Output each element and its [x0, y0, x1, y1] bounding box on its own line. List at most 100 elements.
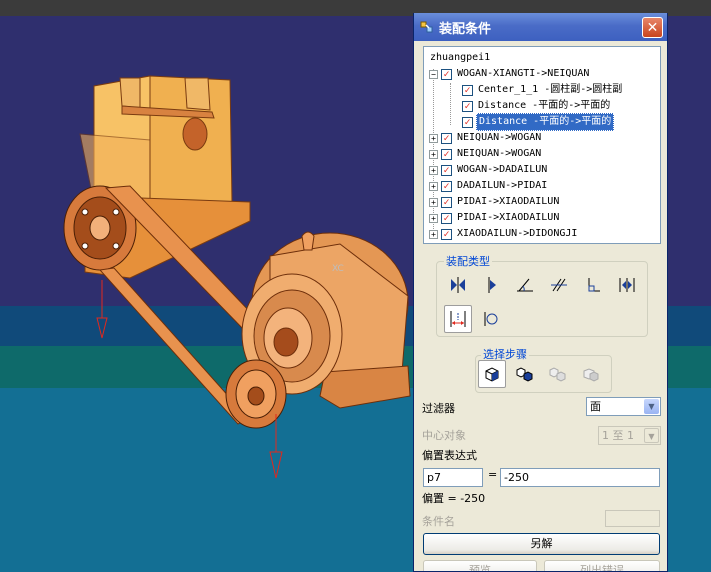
parallel-button[interactable] — [545, 271, 573, 299]
checkbox-icon[interactable]: ✓ — [462, 100, 473, 112]
tree-root[interactable]: zhuangpei1 — [428, 50, 492, 66]
equals-sign: = — [488, 468, 498, 481]
expand-icon[interactable]: + — [429, 229, 438, 239]
center-icon — [488, 277, 496, 293]
tree-item-selected[interactable]: ✓ Distance -平面的->平面的 — [462, 113, 615, 131]
checkbox-icon[interactable]: ✓ — [441, 196, 452, 208]
tree-item-label: DADAILUN->PIDAI — [457, 180, 548, 191]
step3-icon — [549, 367, 566, 382]
dialog-title: 装配条件 — [439, 21, 492, 37]
checkbox-icon[interactable]: ✓ — [441, 148, 452, 160]
chevron-down-icon: ▼ — [644, 399, 659, 414]
chevron-down-icon: ▼ — [644, 428, 659, 443]
step4-button[interactable] — [577, 360, 605, 388]
tree-item[interactable]: + ✓ PIDAI->XIAODAILUN — [429, 210, 561, 226]
assembly-type-title: 装配类型 — [444, 253, 492, 269]
collapse-icon[interactable]: − — [429, 69, 438, 79]
expand-icon[interactable]: + — [429, 197, 438, 207]
preview-button-label: 预览 — [469, 564, 491, 572]
step2-button[interactable] — [511, 360, 539, 388]
tree-item-label: Distance -平面的->平面的 — [478, 100, 611, 111]
filter-label: 过滤器 — [422, 402, 455, 415]
tree-item-label: Center_1_1 -圆柱副->圆柱副 — [478, 84, 623, 95]
condition-name-label: 条件名 — [422, 515, 455, 528]
center-object-value: 1 至 1 — [602, 429, 634, 442]
tree-item-label: Distance -平面的->平面的 — [476, 113, 615, 131]
checkbox-icon[interactable]: ✓ — [441, 68, 452, 80]
checkbox-icon[interactable]: ✓ — [441, 164, 452, 176]
svg-text:XC: XC — [332, 264, 344, 274]
tree-guide-line — [450, 83, 451, 125]
center-object-label: 中心对象 — [422, 429, 466, 442]
condition-name-field[interactable] — [605, 510, 660, 527]
tree-item-label: WOGAN->DADAILUN — [457, 164, 548, 175]
tree-item[interactable]: + ✓ WOGAN->DADAILUN — [429, 162, 549, 178]
offset-value-field[interactable]: -250 — [500, 468, 660, 487]
close-icon: ✕ — [646, 19, 659, 36]
assembly-app-icon — [420, 21, 433, 33]
tree-item[interactable]: + ✓ XIAODAILUN->DIDONGJI — [429, 226, 579, 242]
list-errors-button-label: 列出错误 — [580, 564, 624, 572]
step2-icon — [516, 367, 533, 382]
list-errors-button[interactable]: 列出错误 — [544, 560, 660, 572]
expand-icon[interactable]: + — [429, 149, 438, 159]
offset-name-value: p7 — [427, 471, 441, 484]
tree-item[interactable]: ✓ Center_1_1 -圆柱副->圆柱副 — [462, 82, 624, 98]
checkbox-icon[interactable]: ✓ — [441, 212, 452, 224]
align-button[interactable] — [613, 271, 641, 299]
solve-button[interactable]: 另解 — [423, 533, 660, 555]
close-button[interactable]: ✕ — [642, 17, 663, 38]
filter-value: 面 — [590, 400, 601, 413]
angle-icon — [517, 278, 533, 292]
step3-button[interactable] — [544, 360, 572, 388]
checkbox-icon[interactable]: ✓ — [462, 116, 473, 128]
expand-icon[interactable]: + — [429, 213, 438, 223]
step1-button[interactable] — [478, 360, 506, 388]
step4-icon — [583, 368, 599, 382]
assembly-conditions-dialog: 装配条件 ✕ zhuangpei1 − ✓ WOGAN-XIANGTI->NEI… — [413, 13, 668, 572]
tree-item[interactable]: + ✓ NEIQUAN->WOGAN — [429, 130, 543, 146]
offset-value: -250 — [504, 471, 529, 484]
offset-expression-label: 偏置表达式 — [422, 449, 477, 462]
checkbox-icon[interactable]: ✓ — [441, 132, 452, 144]
align-icon — [619, 278, 635, 292]
distance-button[interactable] — [444, 305, 472, 333]
tree-item[interactable]: + ✓ NEIQUAN->WOGAN — [429, 146, 543, 162]
center-button[interactable] — [477, 271, 505, 299]
angle-button[interactable] — [511, 271, 539, 299]
perpendicular-icon — [588, 278, 600, 292]
tree-root-label: zhuangpei1 — [430, 52, 491, 63]
distance-icon — [450, 311, 466, 327]
preview-button[interactable]: 预览 — [423, 560, 537, 572]
expand-icon[interactable]: + — [429, 165, 438, 175]
tree-item-label: NEIQUAN->WOGAN — [457, 132, 542, 143]
dialog-title-bar[interactable]: 装配条件 — [414, 13, 667, 41]
expand-icon[interactable]: + — [429, 181, 438, 191]
filter-select[interactable]: 面 ▼ — [586, 397, 661, 416]
offset-name-field[interactable]: p7 — [423, 468, 483, 487]
parallel-icon — [551, 278, 567, 292]
tree-item[interactable]: − ✓ WOGAN-XIANGTI->NEIQUAN — [429, 66, 591, 82]
tree-item-label: PIDAI->XIAODAILUN — [457, 212, 560, 223]
tree-item[interactable]: ✓ Distance -平面的->平面的 — [462, 98, 612, 114]
tree-item[interactable]: + ✓ DADAILUN->PIDAI — [429, 178, 549, 194]
offset-readout: 偏置 = -250 — [422, 492, 486, 505]
tree-item-label: NEIQUAN->WOGAN — [457, 148, 542, 159]
center-object-select[interactable]: 1 至 1 ▼ — [598, 426, 661, 445]
mate-button[interactable] — [444, 271, 472, 299]
small-pulley — [225, 359, 287, 429]
tree-item-label: XIAODAILUN->DIDONGJI — [457, 228, 578, 239]
tree-item[interactable]: + ✓ PIDAI->XIAODAILUN — [429, 194, 561, 210]
solve-button-label: 另解 — [530, 537, 553, 550]
perpendicular-button[interactable] — [579, 271, 607, 299]
mate-icon — [451, 277, 465, 293]
checkbox-icon[interactable]: ✓ — [441, 228, 452, 240]
tree-item-label: WOGAN-XIANGTI->NEIQUAN — [457, 68, 590, 79]
tree-item-label: PIDAI->XIAODAILUN — [457, 196, 560, 207]
tangent-button[interactable] — [477, 305, 505, 333]
checkbox-icon[interactable]: ✓ — [441, 180, 452, 192]
tangent-icon — [484, 312, 498, 326]
assembly-tree[interactable]: zhuangpei1 − ✓ WOGAN-XIANGTI->NEIQUAN ✓ … — [423, 46, 661, 244]
expand-icon[interactable]: + — [429, 133, 438, 143]
checkbox-icon[interactable]: ✓ — [462, 84, 473, 96]
